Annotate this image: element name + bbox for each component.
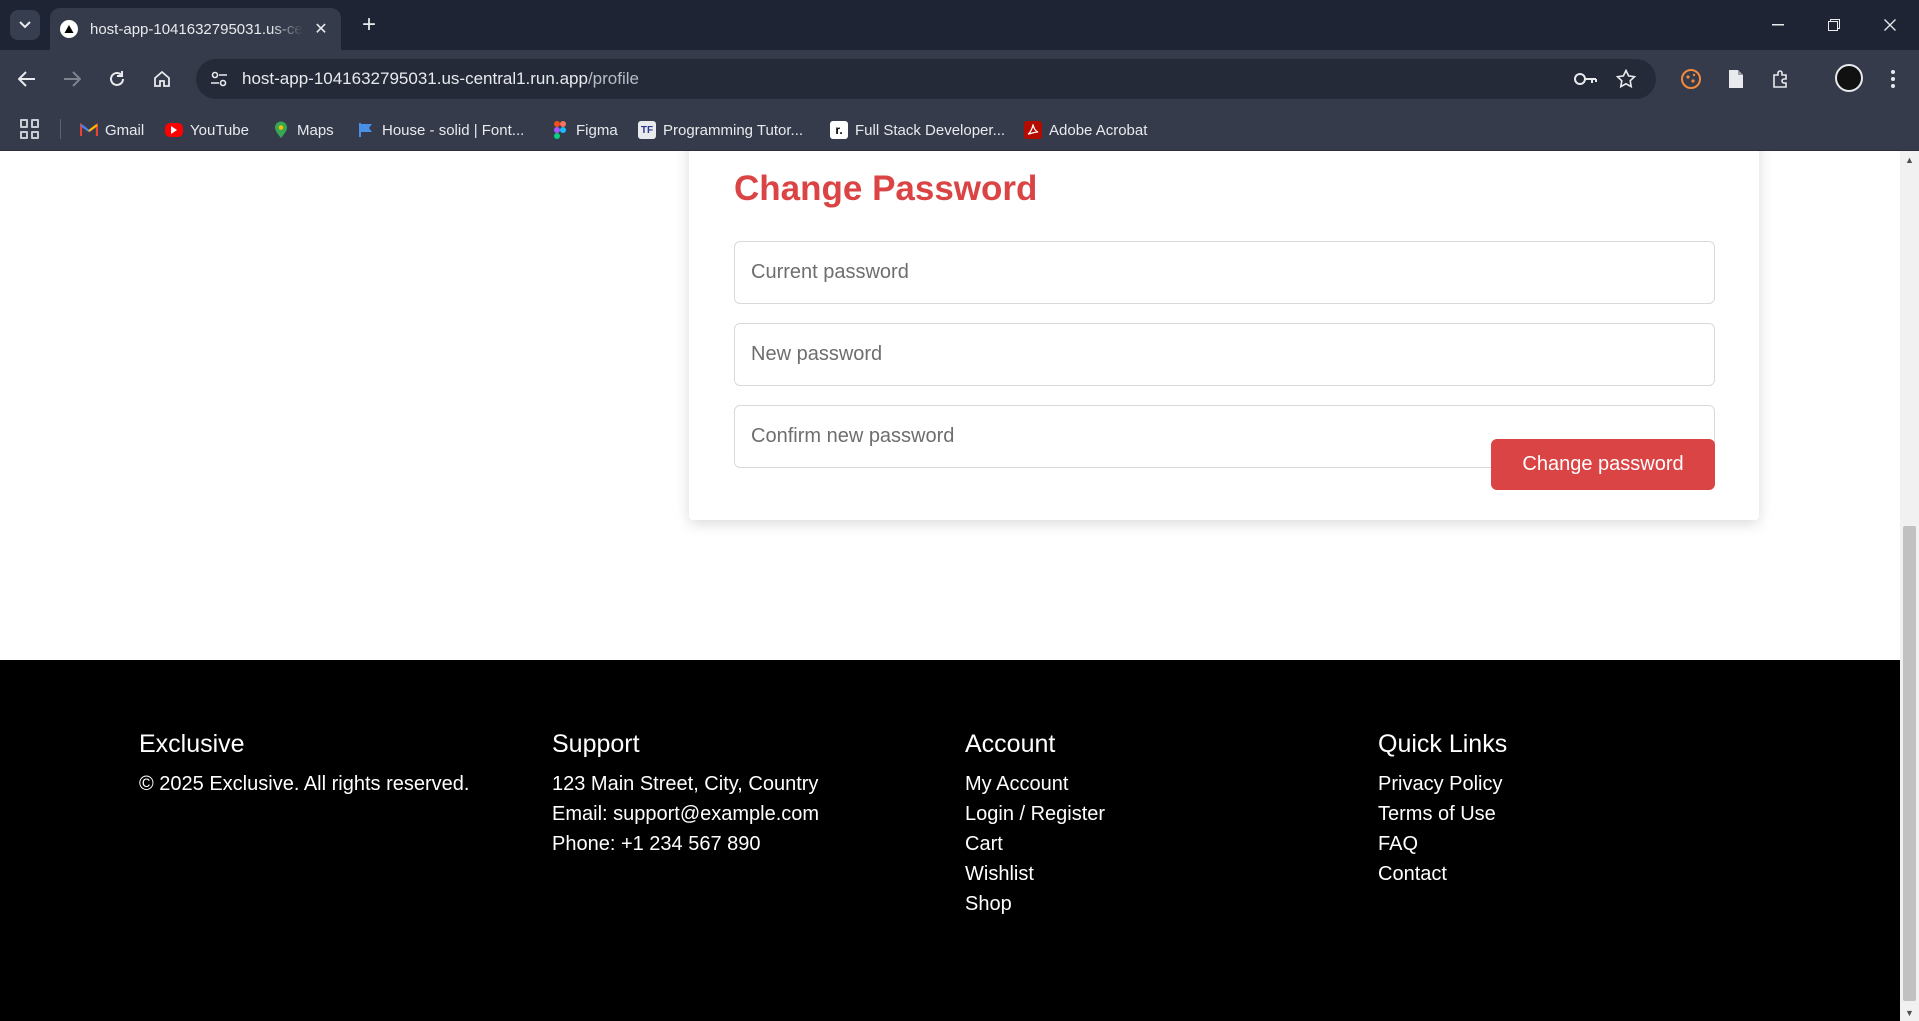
new-tab-button[interactable]: + [354,10,384,40]
change-password-title: Change Password [734,169,1038,208]
current-password-field[interactable] [734,241,1715,304]
footer-email[interactable]: Email: support@example.com [552,799,819,829]
change-password-card: Change Password Change password [689,151,1759,520]
acrobat-icon [1024,121,1042,139]
minimize-icon[interactable] [1750,0,1806,50]
close-tab-icon[interactable]: ✕ [311,19,331,39]
site-footer: Exclusive © 2025 Exclusive. All rights r… [0,660,1900,1021]
footer-link-faq[interactable]: FAQ [1378,829,1507,859]
footer-support-heading: Support [552,730,640,758]
footer-support-column: Support 123 Main Street, City, Country E… [552,730,819,859]
reload-icon[interactable] [100,62,134,96]
url-path: /profile [587,69,639,88]
footer-link-wishlist[interactable]: Wishlist [965,859,1105,889]
active-tab[interactable]: host-app-1041632795031.us-central1.run.a… [50,8,341,50]
chevron-down-icon [19,21,31,29]
url-text[interactable]: host-app-1041632795031.us-central1.run.a… [242,69,639,89]
site-info-icon[interactable] [204,64,234,94]
fullstack-icon: r. [830,121,848,139]
bookmark-figma[interactable]: Figma [551,119,618,141]
browser-toolbar: host-app-1041632795031.us-central1.run.a… [0,50,1919,107]
figma-icon [551,121,569,139]
footer-link-my-account[interactable]: My Account [965,769,1105,799]
profile-avatar[interactable] [1835,64,1863,92]
footer-account-column: Account My Account Login / Register Cart… [965,730,1105,919]
scrollbar-thumb[interactable] [1903,526,1916,1001]
footer-link-cart[interactable]: Cart [965,829,1105,859]
page-scrollbar[interactable]: ▲ ▼ [1900,151,1919,1021]
scroll-up-icon[interactable]: ▲ [1900,151,1919,168]
new-password-field[interactable] [734,323,1715,386]
extensions-puzzle-icon[interactable] [1767,65,1795,93]
change-password-button[interactable]: Change password [1491,439,1715,490]
bookmark-label: Adobe Acrobat [1049,121,1148,139]
forward-icon[interactable] [55,62,89,96]
footer-link-contact[interactable]: Contact [1378,859,1507,889]
footer-quick-links-column: Quick Links Privacy Policy Terms of Use … [1378,730,1507,889]
bookmark-label: YouTube [190,121,249,139]
bookmark-label: Figma [576,121,618,139]
address-bar[interactable]: host-app-1041632795031.us-central1.run.a… [196,59,1656,99]
footer-brand-heading: Exclusive [139,730,245,758]
footer-brand-column: Exclusive © 2025 Exclusive. All rights r… [139,730,469,799]
close-window-icon[interactable] [1862,0,1918,50]
bookmark-label: Programming Tutor... [663,121,804,139]
page-viewport: Change Password Change password Exclusiv… [0,151,1900,1021]
font-awesome-icon [357,121,375,139]
footer-link-privacy[interactable]: Privacy Policy [1378,769,1507,799]
bookmark-gmail[interactable]: Gmail [80,119,144,141]
bookmark-label: Gmail [105,121,145,139]
maps-icon [272,121,290,139]
bookmark-label: Maps [297,121,334,139]
bookmarks-divider [60,119,61,139]
footer-account-heading: Account [965,730,1056,758]
bookmark-youtube[interactable]: YouTube [165,119,249,141]
site-favicon-icon [60,20,78,38]
footer-copyright: © 2025 Exclusive. All rights reserved. [139,773,470,795]
url-host: host-app-1041632795031.us-central1.run.a… [242,69,588,88]
tab-search-button[interactable] [10,10,40,40]
footer-phone: Phone: +1 234 567 890 [552,833,761,855]
footer-quick-links-heading: Quick Links [1378,730,1508,758]
footer-link-terms[interactable]: Terms of Use [1378,799,1507,829]
scroll-down-icon[interactable]: ▼ [1900,1004,1919,1021]
bookmark-acrobat[interactable]: Adobe Acrobat [1024,119,1147,141]
programming-icon: TF [638,121,656,139]
bookmark-label: Full Stack Developer... [855,121,1006,139]
bookmark-maps[interactable]: Maps [272,119,334,141]
tab-title: host-app-1041632795031.us-central1.run.a… [90,20,303,38]
bookmark-label: House - solid | Font... [382,121,525,139]
document-extension-icon[interactable] [1722,65,1750,93]
bookmark-font-awesome[interactable]: House - solid | Font... [357,119,524,141]
footer-address: 123 Main Street, City, Country [552,773,819,795]
gmail-icon [80,121,98,139]
youtube-icon [165,123,183,137]
bookmark-programming[interactable]: TF Programming Tutor... [638,119,803,141]
bookmarks-bar: Gmail YouTube Maps House - solid | Font.… [0,107,1919,151]
back-icon[interactable] [10,62,44,96]
bookmark-star-icon[interactable] [1614,67,1638,91]
cookie-extension-icon[interactable] [1677,65,1705,93]
more-menu-icon[interactable] [1879,65,1907,93]
footer-link-login-register[interactable]: Login / Register [965,799,1105,829]
apps-grid-icon[interactable] [20,119,40,139]
tab-strip: host-app-1041632795031.us-central1.run.a… [0,0,1919,50]
password-key-icon[interactable] [1574,67,1598,91]
restore-icon[interactable] [1806,0,1862,50]
home-icon[interactable] [145,62,179,96]
bookmark-fullstack[interactable]: r. Full Stack Developer... [830,119,1005,141]
footer-link-shop[interactable]: Shop [965,889,1105,919]
